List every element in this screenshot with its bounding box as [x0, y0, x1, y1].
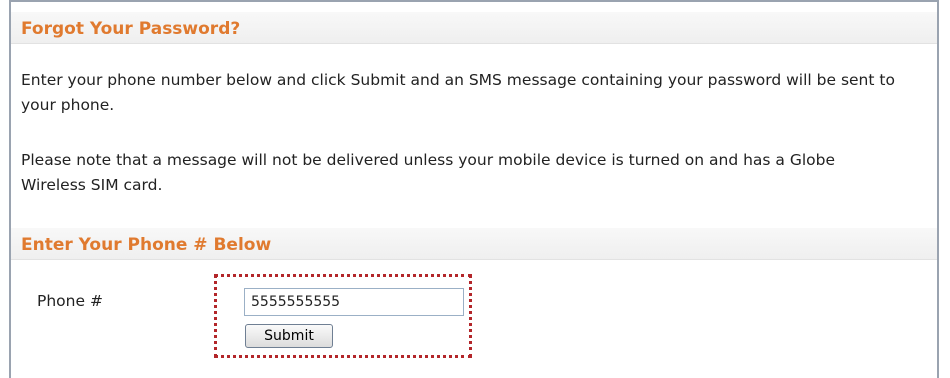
forgot-password-title: Forgot Your Password? [21, 19, 241, 39]
phone-section-header: Enter Your Phone # Below [11, 228, 937, 260]
submit-button[interactable]: Submit [245, 324, 333, 348]
forgot-password-panel: Forgot Your Password? Enter your phone n… [9, 0, 939, 378]
forgot-password-header: Forgot Your Password? [11, 12, 937, 44]
phone-section-title: Enter Your Phone # Below [21, 235, 272, 255]
instructions-text: Enter your phone number below and click … [21, 71, 895, 114]
phone-input[interactable] [244, 288, 464, 316]
delivery-note-text: Please note that a message will not be d… [21, 151, 836, 194]
phone-label: Phone # [37, 292, 103, 310]
